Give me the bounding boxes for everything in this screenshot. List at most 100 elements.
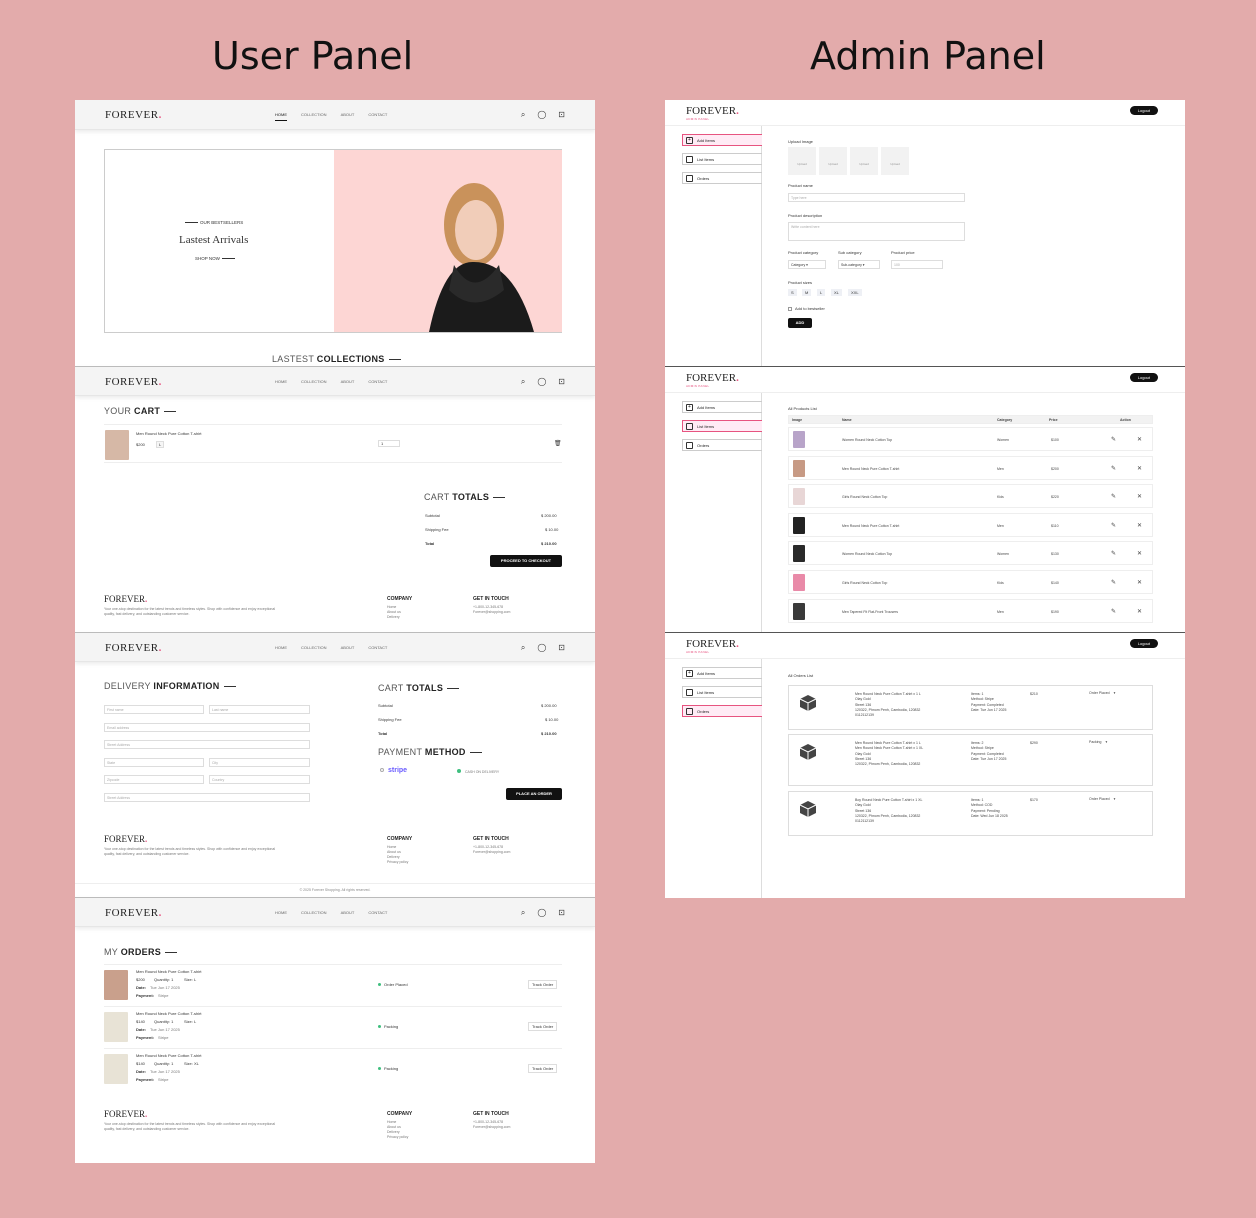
upload-box[interactable]: Upload bbox=[788, 147, 816, 175]
edit-icon[interactable]: ✎ bbox=[1111, 522, 1116, 529]
nav-about[interactable]: ABOUT bbox=[341, 910, 355, 918]
city-field[interactable]: City bbox=[209, 758, 310, 767]
search-icon[interactable]: ⌕ bbox=[521, 908, 525, 918]
subcategory-select[interactable]: Sub-category ▾ bbox=[838, 260, 880, 269]
sidebar-item-add[interactable]: + Add Items bbox=[682, 401, 762, 413]
sidebar-item-add[interactable]: + Add Items bbox=[682, 134, 762, 146]
upload-box[interactable]: Upload bbox=[850, 147, 878, 175]
size-option[interactable]: L bbox=[817, 289, 826, 296]
edit-icon[interactable]: ✎ bbox=[1111, 465, 1116, 472]
product-name-input[interactable]: Type here bbox=[788, 193, 965, 202]
edit-icon[interactable]: ✎ bbox=[1111, 608, 1116, 615]
track-order-button[interactable]: Track Order bbox=[528, 980, 558, 989]
logo[interactable]: FOREVER. bbox=[105, 376, 162, 388]
nav-about[interactable]: ABOUT bbox=[341, 112, 355, 121]
delete-icon[interactable]: ✕ bbox=[1137, 579, 1142, 586]
size-option[interactable]: M bbox=[802, 289, 812, 296]
first-name-field[interactable]: First name bbox=[104, 705, 204, 714]
cart-icon[interactable]: ⊡ bbox=[558, 908, 565, 918]
delete-icon[interactable]: ✕ bbox=[1137, 550, 1142, 557]
nav-collection[interactable]: COLLECTION bbox=[301, 645, 327, 653]
cod-option[interactable]: CASH ON DELIVERY bbox=[457, 769, 499, 774]
place-order-button[interactable]: PLACE AN ORDER bbox=[506, 788, 562, 800]
logo[interactable]: FOREVER. bbox=[105, 642, 162, 654]
quantity-input[interactable]: 1 bbox=[378, 440, 400, 447]
size-option[interactable]: XXL bbox=[848, 289, 862, 296]
user-icon[interactable]: ◯ bbox=[537, 377, 546, 387]
list-header: Image Name Category Price Action bbox=[788, 415, 1153, 424]
logo[interactable]: FOREVER. bbox=[105, 109, 162, 121]
nav-home[interactable]: HOME bbox=[275, 112, 287, 121]
price-input[interactable]: 100 bbox=[891, 260, 943, 269]
footer-link[interactable]: Privacy policy bbox=[387, 860, 412, 865]
nav-home[interactable]: HOME bbox=[275, 645, 287, 653]
cart-icon[interactable]: ⊡ bbox=[558, 643, 565, 653]
delete-icon[interactable]: ✕ bbox=[1137, 436, 1142, 443]
edit-icon[interactable]: ✎ bbox=[1111, 579, 1116, 586]
size-option[interactable]: S bbox=[788, 289, 797, 296]
sidebar-item-list[interactable]: List Items bbox=[682, 420, 762, 432]
edit-icon[interactable]: ✎ bbox=[1111, 493, 1116, 500]
upload-box[interactable]: Upload bbox=[881, 147, 909, 175]
logout-button[interactable]: Logout bbox=[1129, 639, 1158, 648]
cart-icon[interactable]: ⊡ bbox=[558, 377, 565, 387]
country-field[interactable]: Country bbox=[209, 775, 310, 784]
upload-box[interactable]: Upload bbox=[819, 147, 847, 175]
state-field[interactable]: State bbox=[104, 758, 204, 767]
sidebar-item-orders[interactable]: Orders bbox=[682, 172, 762, 184]
footer-link[interactable]: Privacy policy bbox=[387, 1135, 412, 1140]
delete-icon[interactable]: ✕ bbox=[1137, 465, 1142, 472]
footer-link[interactable]: Delivery bbox=[387, 615, 412, 620]
sidebar-item-add[interactable]: + Add Items bbox=[682, 667, 762, 679]
checkout-button[interactable]: PROCEED TO CHECKOUT bbox=[490, 555, 562, 567]
description-input[interactable]: Write content here bbox=[788, 222, 965, 241]
nav-collection[interactable]: COLLECTION bbox=[301, 112, 327, 121]
size-option[interactable]: XL bbox=[831, 289, 842, 296]
sidebar-item-list[interactable]: List Items bbox=[682, 153, 762, 165]
sidebar-item-orders[interactable]: Orders bbox=[682, 705, 762, 717]
edit-icon[interactable]: ✎ bbox=[1111, 436, 1116, 443]
logout-button[interactable]: Logout bbox=[1129, 106, 1158, 115]
user-icon[interactable]: ◯ bbox=[537, 110, 546, 120]
zipcode-field[interactable]: Zipcode bbox=[104, 775, 204, 784]
track-order-button[interactable]: Track Order bbox=[528, 1022, 558, 1031]
delete-icon[interactable]: ✕ bbox=[1137, 608, 1142, 615]
nav-about[interactable]: ABOUT bbox=[341, 379, 355, 387]
search-icon[interactable]: ⌕ bbox=[521, 377, 525, 387]
delete-icon[interactable]: 🗑 bbox=[554, 440, 562, 447]
shop-now-link[interactable]: SHOP NOW bbox=[195, 256, 235, 261]
nav-contact[interactable]: CONTACT bbox=[368, 379, 387, 387]
user-icon[interactable]: ◯ bbox=[537, 908, 546, 918]
street-field[interactable]: Street Address bbox=[104, 740, 310, 749]
phone-field[interactable]: Street Address bbox=[104, 793, 310, 802]
email-field[interactable]: Email address bbox=[104, 723, 310, 732]
add-button[interactable]: ADD bbox=[788, 318, 812, 328]
user-icon[interactable]: ◯ bbox=[537, 643, 546, 653]
search-icon[interactable]: ⌕ bbox=[521, 110, 525, 120]
logout-button[interactable]: Logout bbox=[1129, 373, 1158, 382]
logo[interactable]: FOREVER. bbox=[105, 907, 162, 919]
nav-home[interactable]: HOME bbox=[275, 910, 287, 918]
status-select[interactable]: Order Placed ▾ bbox=[1089, 691, 1115, 695]
sidebar-item-list[interactable]: List Items bbox=[682, 686, 762, 698]
nav-collection[interactable]: COLLECTION bbox=[301, 379, 327, 387]
bestseller-checkbox[interactable]: Add to bestseller bbox=[788, 306, 825, 311]
nav-contact[interactable]: CONTACT bbox=[368, 645, 387, 653]
cart-icon[interactable]: ⊡ bbox=[558, 110, 565, 120]
nav-contact[interactable]: CONTACT bbox=[368, 910, 387, 918]
edit-icon[interactable]: ✎ bbox=[1111, 550, 1116, 557]
search-icon[interactable]: ⌕ bbox=[521, 643, 525, 653]
status-select[interactable]: Order Placed ▾ bbox=[1089, 797, 1115, 801]
track-order-button[interactable]: Track Order bbox=[528, 1064, 558, 1073]
stripe-option[interactable]: stripe bbox=[380, 767, 407, 774]
sidebar-item-orders[interactable]: Orders bbox=[682, 439, 762, 451]
status-select[interactable]: Packing ▾ bbox=[1089, 740, 1107, 744]
nav-contact[interactable]: CONTACT bbox=[368, 112, 387, 121]
nav-about[interactable]: ABOUT bbox=[341, 645, 355, 653]
nav-collection[interactable]: COLLECTION bbox=[301, 910, 327, 918]
nav-home[interactable]: HOME bbox=[275, 379, 287, 387]
delete-icon[interactable]: ✕ bbox=[1137, 522, 1142, 529]
delete-icon[interactable]: ✕ bbox=[1137, 493, 1142, 500]
last-name-field[interactable]: Last name bbox=[209, 705, 310, 714]
category-select[interactable]: Category ▾ bbox=[788, 260, 826, 269]
